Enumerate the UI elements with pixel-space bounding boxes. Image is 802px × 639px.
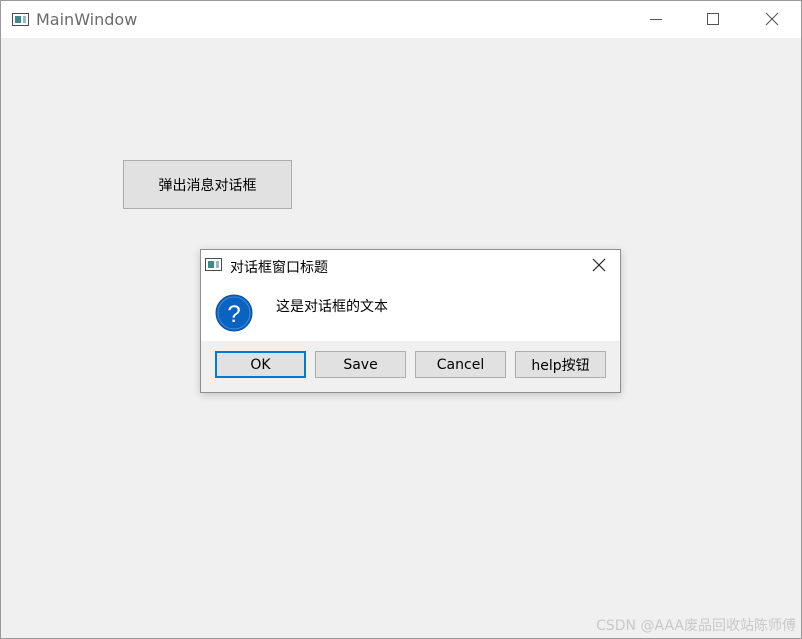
maximize-icon <box>707 13 719 25</box>
screen: MainWindow 弹出消息对话框 对话框窗口标题 ? 这是对话框的文本 OK… <box>0 0 802 639</box>
dialog-message-text: 这是对话框的文本 <box>276 299 388 315</box>
dialog-close-button[interactable] <box>576 250 620 280</box>
help-button[interactable]: help按钮 <box>515 351 606 378</box>
dialog-title: 对话框窗口标题 <box>230 260 328 276</box>
message-dialog: 对话框窗口标题 ? 这是对话框的文本 OK Save Cancel help按钮 <box>200 249 621 393</box>
watermark: CSDN @AAA废品回收站陈师傅 <box>596 618 796 634</box>
main-titlebar[interactable]: MainWindow <box>1 1 801 38</box>
maximize-button[interactable] <box>685 1 743 38</box>
close-icon <box>592 258 606 272</box>
save-button[interactable]: Save <box>315 351 406 378</box>
dialog-button-bar: OK Save Cancel help按钮 <box>201 341 620 392</box>
minimize-button[interactable] <box>627 1 685 38</box>
close-button[interactable] <box>743 1 801 38</box>
dialog-window-icon <box>205 258 222 271</box>
svg-text:?: ? <box>227 301 240 328</box>
cancel-button[interactable]: Cancel <box>415 351 506 378</box>
main-window-title: MainWindow <box>36 10 138 29</box>
app-window-icon <box>12 13 29 26</box>
close-icon <box>765 12 779 26</box>
ok-button[interactable]: OK <box>215 351 306 378</box>
minimize-icon <box>650 19 662 20</box>
question-icon: ? <box>215 294 253 332</box>
dialog-body: ? 这是对话框的文本 <box>201 280 620 341</box>
dialog-titlebar[interactable]: 对话框窗口标题 <box>201 250 620 280</box>
show-message-box-button[interactable]: 弹出消息对话框 <box>123 160 292 209</box>
